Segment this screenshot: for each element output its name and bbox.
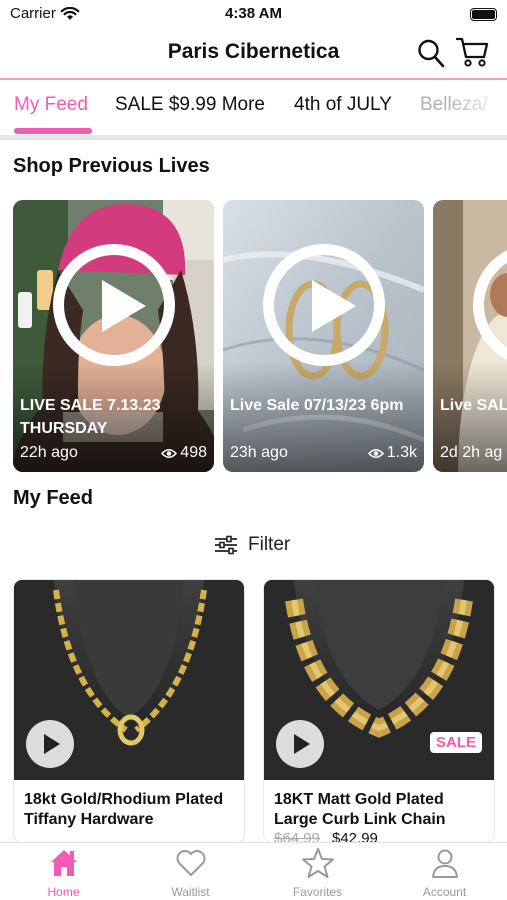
live-title: LIVE SALE 7.13.23 THURSDAY — [20, 397, 161, 437]
product-image — [14, 580, 244, 780]
live-views: 1.3k — [367, 444, 417, 462]
nav-waitlist[interactable]: Waitlist — [127, 843, 254, 900]
eye-icon — [161, 448, 178, 458]
home-icon — [51, 850, 77, 876]
live-title: Live SAL — [440, 397, 507, 414]
heart-icon — [176, 850, 206, 876]
filter-label: Filter — [248, 534, 291, 555]
battery-icon — [470, 8, 497, 21]
status-time: 4:38 AM — [225, 5, 282, 22]
nav-label: Account — [422, 885, 467, 899]
eye-icon — [367, 448, 384, 458]
person-icon — [432, 849, 458, 878]
search-icon[interactable] — [417, 38, 445, 68]
original-price: $64.99 — [274, 830, 320, 842]
tab-4th-of-july[interactable]: 4th of JULY — [294, 94, 392, 116]
play-icon[interactable] — [276, 720, 324, 768]
filter-sliders-icon — [215, 535, 237, 555]
play-icon[interactable] — [53, 244, 175, 366]
tab-sale[interactable]: SALE $9.99 More — [115, 94, 265, 116]
tab-active-indicator — [14, 128, 92, 134]
live-time: 23h ago — [230, 444, 288, 461]
nav-label: Home — [47, 885, 80, 899]
tabs-divider — [0, 135, 507, 140]
tabs-fade — [447, 80, 507, 136]
product-image: SALE — [264, 580, 494, 780]
nav-favorites[interactable]: Favorites — [254, 843, 381, 900]
product-name: 18kt Gold/Rhodium Plated Tiffany Hardwar… — [24, 791, 224, 828]
tab-my-feed[interactable]: My Feed — [14, 94, 88, 116]
app-header: Paris Cibernetica — [0, 28, 507, 78]
section-title-my-feed: My Feed — [13, 487, 94, 509]
star-icon — [302, 848, 334, 878]
live-card[interactable]: Live Sale 07/13/23 6pm 23h ago 1.3k — [223, 200, 424, 472]
product-card[interactable]: 18kt Gold/Rhodium Plated Tiffany Hardwar… — [14, 580, 244, 842]
live-card[interactable]: Live SAL 2d 2h ag — [433, 200, 507, 472]
views-count: 1.3k — [386, 444, 417, 461]
live-title: Live Sale 07/13/23 6pm — [230, 397, 404, 414]
play-icon[interactable] — [26, 720, 74, 768]
live-views: 498 — [161, 444, 207, 462]
nav-label: Favorites — [292, 885, 343, 899]
live-time: 2d 2h ag — [440, 444, 503, 461]
play-icon[interactable] — [263, 244, 385, 366]
views-count: 498 — [180, 444, 207, 461]
sale-badge: SALE — [429, 732, 482, 753]
category-tabs: My Feed SALE $9.99 More 4th of JULY Bell… — [0, 80, 507, 136]
filter-button[interactable]: Filter — [214, 534, 290, 556]
nav-label: Waitlist — [171, 885, 210, 899]
bottom-nav: Home Waitlist Favorites Account — [0, 842, 507, 900]
cart-icon[interactable] — [456, 36, 490, 68]
sale-price: $42.99 — [332, 830, 378, 842]
nav-home[interactable]: Home — [0, 843, 127, 900]
live-time: 22h ago — [20, 444, 78, 461]
section-title-previous-lives: Shop Previous Lives — [13, 155, 210, 177]
product-name: 18KT Matt Gold Plated Large Curb Link Ch… — [274, 791, 446, 828]
live-card[interactable]: LIVE SALE 7.13.23 THURSDAY 22h ago 498 — [13, 200, 214, 472]
status-bar: Carrier 4:38 AM — [0, 0, 507, 28]
previous-lives-carousel[interactable]: LIVE SALE 7.13.23 THURSDAY 22h ago 498 L… — [13, 200, 507, 472]
product-card[interactable]: SALE 18KT Matt Gold Plated Large Curb Li… — [264, 580, 494, 842]
nav-account[interactable]: Account — [381, 843, 507, 900]
